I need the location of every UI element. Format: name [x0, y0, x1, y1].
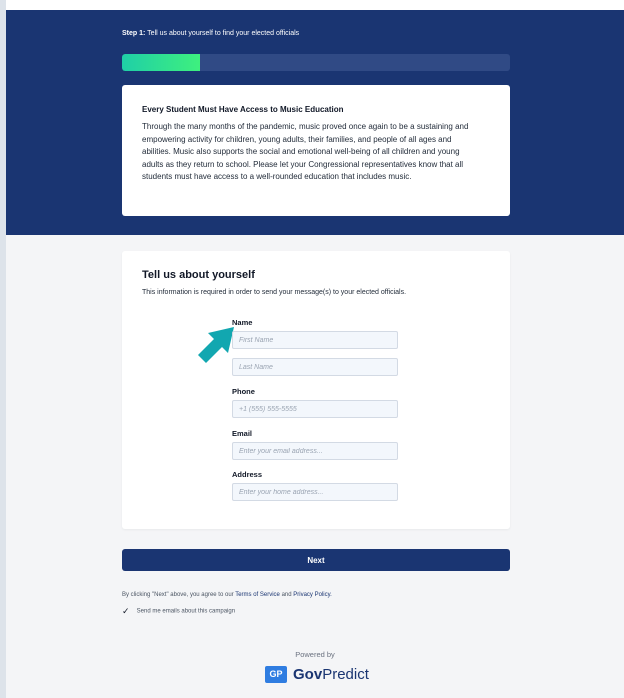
phone-label: Phone	[232, 387, 255, 396]
terms-of-service-link[interactable]: Terms of Service	[235, 592, 280, 598]
campaign-intro-card: Every Student Must Have Access to Music …	[122, 85, 510, 216]
campaign-title: Every Student Must Have Access to Music …	[142, 105, 344, 114]
powered-by-label: Powered by	[295, 650, 335, 659]
about-you-form: Tell us about yourself This information …	[122, 251, 510, 529]
logo-wordmark-rest: Predict	[322, 666, 369, 684]
step-prefix: Step 1:	[122, 30, 146, 37]
address-label: Address	[232, 470, 263, 479]
progress-fill	[122, 54, 200, 71]
email-optin[interactable]: ✓ Send me emails about this campaign	[122, 606, 235, 616]
phone-input[interactable]	[232, 400, 398, 418]
logo-wordmark: GovPredict	[293, 666, 369, 683]
logo-badge: GP	[265, 666, 287, 684]
terms-notice: By clicking "Next" above, you agree to o…	[122, 592, 332, 598]
form-subtitle: This information is required in order to…	[142, 289, 407, 296]
next-button[interactable]: Next	[122, 549, 510, 571]
page: Step 1: Tell us about yourself to find y…	[6, 10, 624, 698]
first-name-input[interactable]	[232, 331, 398, 349]
terms-prefix: By clicking "Next" above, you agree to o…	[122, 592, 234, 598]
campaign-header: Step 1: Tell us about yourself to find y…	[6, 10, 624, 235]
terms-and: and	[281, 592, 292, 598]
email-label: Email	[232, 429, 253, 438]
last-name-input[interactable]	[232, 358, 398, 376]
email-input[interactable]	[232, 442, 398, 460]
campaign-description: Through the many months of the pandemic,…	[142, 122, 469, 181]
govpredict-logo: GP GovPredict	[265, 666, 369, 686]
form-title: Tell us about yourself	[142, 269, 255, 281]
progress-bar	[122, 54, 510, 71]
privacy-policy-link[interactable]: Privacy Policy.	[293, 592, 332, 598]
step-indicator: Step 1: Tell us about yourself to find y…	[122, 30, 299, 37]
address-input[interactable]	[232, 483, 398, 501]
checkmark-icon[interactable]: ✓	[122, 606, 132, 616]
logo-wordmark-bold: Gov	[293, 666, 323, 684]
name-label: Name	[232, 318, 253, 327]
step-text: Tell us about yourself to find your elec…	[147, 30, 300, 37]
email-optin-label: Send me emails about this campaign	[136, 608, 236, 615]
